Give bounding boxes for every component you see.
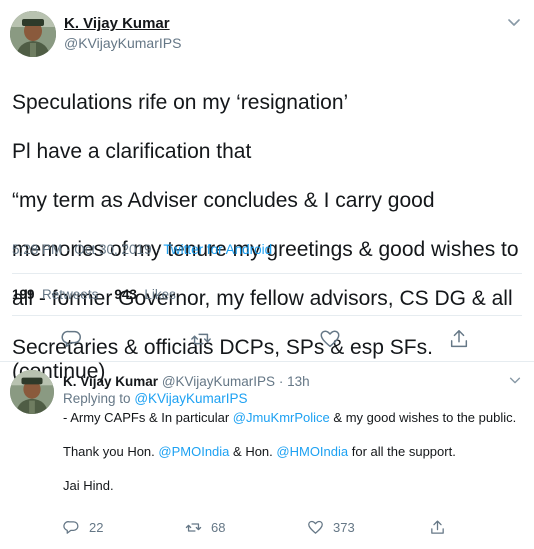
tweet-line: “my term as Adviser concludes & I carry … (12, 188, 435, 212)
retweet-icon[interactable] (190, 328, 212, 350)
retweet-icon (185, 522, 202, 532)
chevron-down-icon[interactable] (508, 373, 522, 387)
source-link[interactable]: Twitter for Android (163, 242, 272, 257)
tweet-text: Speculations rife on my ‘resignation’ Pl… (12, 66, 528, 409)
reply-text: - Army CAPFs & In particular @JmuKmrPoli… (63, 409, 523, 494)
reply-header: K. Vijay Kumar @KVijayKumarIPS · 13h (63, 374, 310, 389)
avatar[interactable] (10, 370, 54, 414)
likes-stat[interactable]: 943 Likes (114, 287, 176, 302)
reply-author-handle[interactable]: @KVijayKumarIPS (162, 374, 275, 389)
reply-button[interactable]: 22 (63, 518, 103, 536)
divider (12, 273, 522, 274)
like-icon[interactable] (319, 328, 341, 350)
tweet-line: Speculations rife on my ‘resignation’ (12, 90, 349, 114)
reply-tweet[interactable]: K. Vijay Kumar @KVijayKumarIPS · 13h Rep… (0, 363, 534, 549)
avatar-image (10, 11, 56, 57)
chevron-down-icon[interactable] (506, 14, 522, 30)
replying-to: Replying to @KVijayKumarIPS (63, 391, 248, 406)
mention-link[interactable]: @HMOIndia (276, 444, 348, 459)
meta-separator: · (151, 242, 164, 257)
share-button[interactable] (429, 518, 446, 536)
retweets-stat[interactable]: 199 Retweets (12, 287, 98, 302)
share-icon[interactable] (448, 328, 470, 350)
main-tweet: K. Vijay Kumar @KVijayKumarIPS Speculati… (0, 0, 534, 383)
reply-paragraph: Thank you Hon. @PMOIndia & Hon. @HMOIndi… (63, 443, 523, 460)
reply-count: 22 (89, 519, 104, 535)
tweet-meta: 5:28 PM · Oct 30, 2019 · Twitter for And… (12, 242, 272, 257)
like-button[interactable]: 373 (307, 518, 355, 536)
divider (12, 315, 522, 316)
reply-time[interactable]: · 13h (279, 374, 310, 389)
retweet-button[interactable]: 68 (185, 518, 225, 536)
reply-text-segment: for all the support. (351, 444, 456, 459)
reply-text-segment: - Army CAPFs & In particular (63, 410, 230, 425)
replying-prefix: Replying to (63, 391, 131, 406)
replying-handle-link[interactable]: @KVijayKumarIPS (134, 391, 247, 406)
reply-paragraph: - Army CAPFs & In particular @JmuKmrPoli… (63, 409, 523, 426)
mention-link[interactable]: @PMOIndia (158, 444, 229, 459)
reply-text-segment: & my good wishes to the public. (333, 410, 517, 425)
share-icon (431, 519, 444, 534)
like-icon (308, 520, 323, 534)
likes-label: Likes (144, 287, 176, 302)
retweet-count: 68 (211, 519, 226, 535)
reply-text-segment: Thank you Hon. (63, 444, 155, 459)
retweets-count: 199 (12, 287, 35, 302)
reply-paragraph: Jai Hind. (63, 478, 114, 493)
timestamp[interactable]: 5:28 PM · Oct 30, 2019 (12, 242, 152, 257)
tweet-line: Pl have a clarification that (12, 139, 252, 163)
tweet-stats: 199 Retweets 943 Likes (12, 287, 176, 302)
retweets-label: Retweets (42, 287, 99, 302)
reply-text-segment: & Hon. (233, 444, 273, 459)
reply-icon[interactable] (61, 328, 83, 350)
author-name[interactable]: K. Vijay Kumar (64, 15, 170, 32)
avatar[interactable] (10, 11, 56, 57)
likes-count: 943 (114, 287, 137, 302)
like-count: 373 (333, 519, 355, 535)
reply-author-name[interactable]: K. Vijay Kumar (63, 374, 158, 389)
author-handle[interactable]: @KVijayKumarIPS (64, 35, 181, 51)
reply-icon (63, 520, 79, 534)
mention-link[interactable]: @JmuKmrPolice (233, 410, 330, 425)
avatar-image (10, 370, 54, 414)
